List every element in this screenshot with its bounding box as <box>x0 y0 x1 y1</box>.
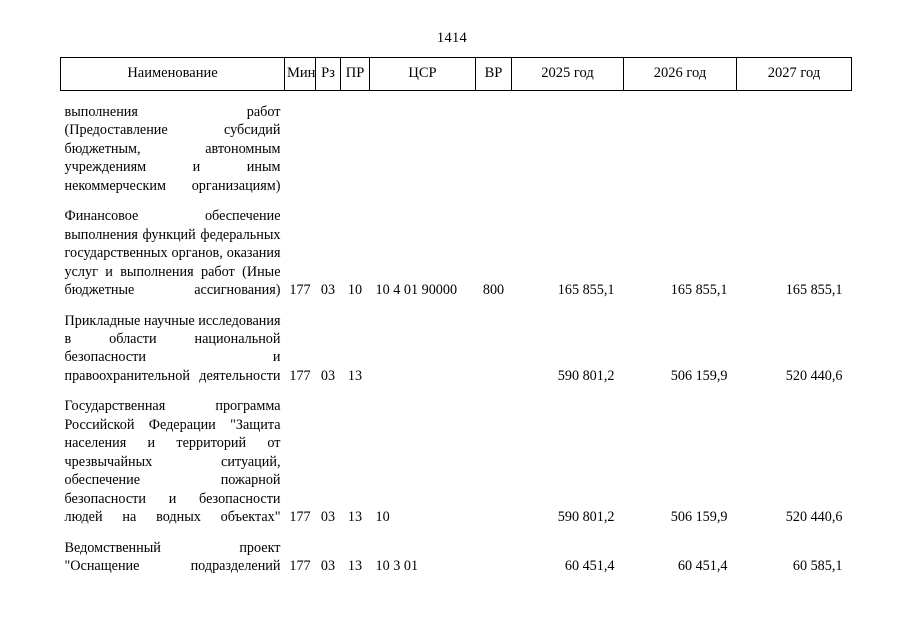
cell-csr: 10 4 01 90000 <box>375 282 458 299</box>
table-header: Наименование Мин Рз ПР ЦСР ВР 2025 год 2… <box>60 57 852 91</box>
cell-year-2025: 590 801,2 <box>557 509 615 526</box>
cell-min: 177 <box>289 282 311 299</box>
column-header-csr: ЦСР <box>369 57 476 91</box>
cell-name: Ведомственный проект "Оснащение подразде… <box>61 539 285 576</box>
table-row: Ведомственный проект "Оснащение подразде… <box>61 539 852 576</box>
column-header-vr: ВР <box>475 57 512 91</box>
column-header-pr: ПР <box>340 57 370 91</box>
cell-year-2027: 520 440,6 <box>785 509 843 526</box>
column-header-year-2027: 2027 год <box>736 57 852 91</box>
cell-year-2026: 165 855,1 <box>670 282 728 299</box>
table-row: Прикладные научные исследования в област… <box>61 312 852 386</box>
cell-pr: 13 <box>347 557 363 574</box>
cell-min <box>285 103 316 195</box>
cell-csr <box>370 312 476 386</box>
cell-year-2026: 506 159,9 <box>670 367 728 384</box>
column-header-rz: Рз <box>315 57 341 91</box>
cell-name-text: Ведомственный проект <box>64 539 281 556</box>
cell-min: 177 <box>289 509 311 526</box>
table-row: выполнения работ (Предоставление субсиди… <box>61 103 852 195</box>
cell-year-2027: 60 585,1 <box>792 557 843 574</box>
cell-name-lastline: "Оснащение подразделений <box>64 557 281 574</box>
cell-year-2026 <box>624 103 737 195</box>
cell-csr: 10 3 01 <box>375 557 419 574</box>
cell-vr <box>476 103 512 195</box>
cell-year-2025: 590 801,2 <box>557 367 615 384</box>
table-row: Государственная программа Российской Фед… <box>61 397 852 526</box>
cell-min: 177 <box>289 367 311 384</box>
column-header-min: Мин <box>284 57 316 91</box>
cell-name: Государственная программа Российской Фед… <box>61 397 285 526</box>
row-spacer <box>61 527 852 539</box>
cell-name: выполнения работ (Предоставление субсиди… <box>61 103 285 195</box>
cell-csr: 10 <box>375 509 390 526</box>
row-spacer <box>61 385 852 397</box>
cell-name-lastline: объектах" <box>220 509 281 526</box>
column-header-name: Наименование <box>60 57 285 91</box>
column-header-year-2026: 2026 год <box>623 57 737 91</box>
cell-year-2025 <box>512 103 624 195</box>
cell-rz: 03 <box>320 282 336 299</box>
cell-name-text: Финансовое обеспечение выполнения функци… <box>64 208 281 280</box>
cell-year-2027: 520 440,6 <box>785 367 843 384</box>
cell-name-lastline: бюджетные ассигнования) <box>64 282 281 299</box>
cell-name-lastline: деятельности <box>199 367 281 384</box>
cell-pr: 13 <box>347 367 363 384</box>
budget-table: Наименование Мин Рз ПР ЦСР ВР 2025 год 2… <box>60 57 852 575</box>
cell-rz: 03 <box>320 367 336 384</box>
cell-vr <box>476 397 512 526</box>
cell-name-text: Государственная программа Российской Фед… <box>64 398 281 526</box>
cell-rz: 03 <box>320 509 336 526</box>
cell-rz <box>316 103 341 195</box>
cell-year-2026: 506 159,9 <box>670 509 728 526</box>
cell-year-2025: 165 855,1 <box>557 282 615 299</box>
document-page: 1414 Наименование Мин Рз ПР ЦСР ВР 2025 … <box>0 0 904 640</box>
page-number: 1414 <box>436 30 468 46</box>
cell-name-lastline: организациям) <box>191 177 281 194</box>
cell-vr <box>476 312 512 386</box>
row-spacer <box>61 300 852 312</box>
cell-pr: 10 <box>347 282 363 299</box>
cell-name: Финансовое обеспечение выполнения функци… <box>61 207 285 299</box>
row-spacer <box>61 91 852 104</box>
cell-year-2025: 60 451,4 <box>564 557 615 574</box>
table-row: Финансовое обеспечение выполнения функци… <box>61 207 852 299</box>
column-header-year-2025: 2025 год <box>511 57 624 91</box>
cell-year-2027 <box>737 103 852 195</box>
cell-vr <box>476 539 512 576</box>
cell-name: Прикладные научные исследования в област… <box>61 312 285 386</box>
cell-year-2026: 60 451,4 <box>677 557 728 574</box>
cell-vr: 800 <box>482 282 505 299</box>
cell-year-2027: 165 855,1 <box>785 282 843 299</box>
cell-pr <box>341 103 370 195</box>
cell-rz: 03 <box>320 557 336 574</box>
cell-csr <box>370 103 476 195</box>
row-spacer <box>61 195 852 207</box>
cell-pr: 13 <box>347 509 363 526</box>
table-body: выполнения работ (Предоставление субсиди… <box>61 91 852 576</box>
table-header-row: Наименование Мин Рз ПР ЦСР ВР 2025 год 2… <box>60 57 852 91</box>
cell-min: 177 <box>289 557 311 574</box>
